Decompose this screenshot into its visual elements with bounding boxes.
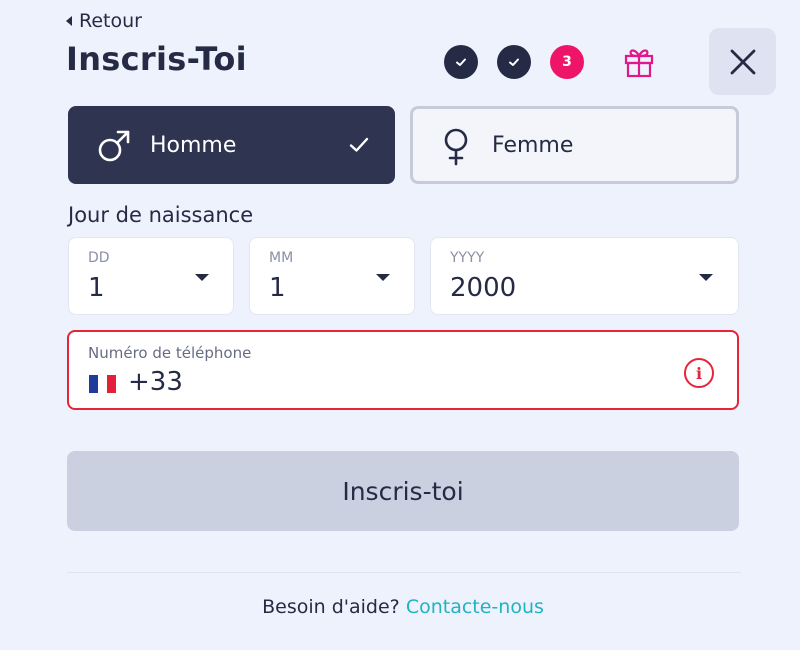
check-icon [509, 58, 519, 66]
year-select[interactable]: YYYY 2000 [430, 237, 739, 315]
contact-link[interactable]: Contacte-nous [406, 596, 544, 618]
female-icon [444, 128, 468, 166]
gender-option-male[interactable]: Homme [68, 106, 395, 184]
month-select-value: 1 [269, 273, 286, 303]
month-select-label: MM [269, 250, 294, 266]
month-select[interactable]: MM 1 [249, 237, 415, 315]
page-title: Inscris-Toi [66, 40, 247, 78]
chevron-down-icon [195, 274, 209, 281]
check-icon [349, 137, 369, 152]
chevron-down-icon [699, 274, 713, 281]
day-select-label: DD [88, 250, 110, 266]
divider [67, 572, 741, 573]
check-icon [456, 58, 466, 66]
help-text: Besoin d'aide? [262, 596, 400, 618]
gift-icon[interactable] [621, 43, 657, 79]
step-1-complete [444, 45, 478, 79]
close-button[interactable] [709, 28, 776, 95]
chevron-down-icon [376, 274, 390, 281]
help-footer: Besoin d'aide? Contacte-nous [0, 596, 800, 618]
back-link[interactable]: Retour [66, 10, 142, 32]
day-select-value: 1 [88, 273, 105, 303]
year-select-value: 2000 [450, 273, 517, 303]
flag-fr-icon[interactable] [89, 375, 116, 393]
step-2-complete [497, 45, 531, 79]
male-icon [98, 130, 130, 162]
step-3-current: 3 [550, 45, 584, 79]
gender-male-label: Homme [150, 132, 237, 158]
back-label: Retour [79, 10, 142, 32]
gender-female-label: Femme [492, 132, 574, 158]
signup-submit-button[interactable]: Inscris-toi [67, 451, 739, 531]
dob-label: Jour de naissance [68, 203, 254, 227]
signup-page: Retour Inscris-Toi 3 Homme Femme Jour de… [0, 0, 800, 650]
year-select-label: YYYY [450, 250, 485, 266]
day-select[interactable]: DD 1 [68, 237, 234, 315]
phone-field[interactable]: Numéro de téléphone +33 i [67, 330, 739, 410]
gender-option-female[interactable]: Femme [410, 106, 739, 184]
close-icon [730, 49, 755, 74]
phone-field-label: Numéro de téléphone [88, 344, 252, 362]
phone-field-value: +33 [128, 367, 183, 397]
back-arrow-icon [66, 16, 72, 26]
info-icon[interactable]: i [684, 358, 714, 388]
